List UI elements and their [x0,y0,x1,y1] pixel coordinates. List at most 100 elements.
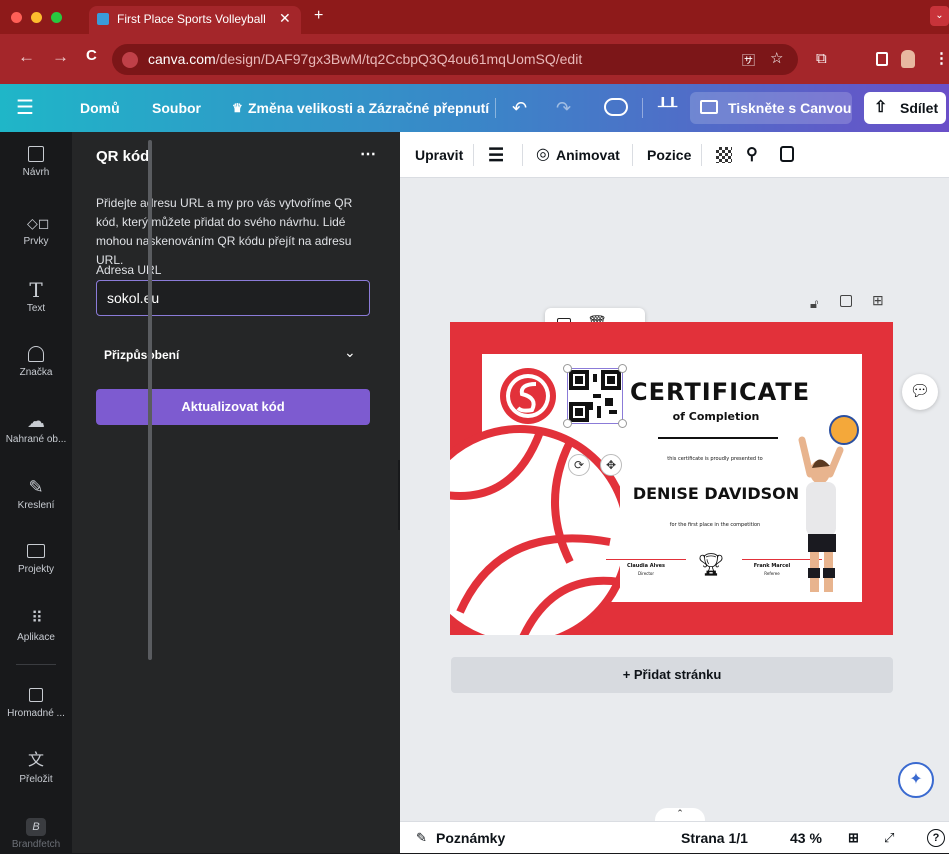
animate-icon[interactable]: ◎ [536,132,550,178]
sidebar-item-elements[interactable]: ◇◻ Prvky [0,214,72,247]
panel-more-icon[interactable]: ⋯ [360,144,376,164]
border-style-icon[interactable]: ☰ [488,132,504,178]
customize-toggle[interactable]: Přizpůsobení ⌄ [96,338,370,372]
print-label: Tiskněte s Canvou [728,100,852,116]
print-button[interactable]: Tiskněte s Canvou [690,92,852,124]
qr-selection-box [567,368,623,424]
close-tab-icon[interactable]: ✕ [279,10,291,27]
volleyball-graphic [450,425,620,635]
resize-handle[interactable] [563,364,572,373]
new-tab-icon[interactable]: + [314,7,323,25]
bookmark-star-icon[interactable]: ☆ [770,49,783,67]
lock-icon[interactable] [780,146,794,162]
sidebar-item-label: Značka [19,367,53,378]
sidebar-item-text[interactable]: T Text [0,280,72,314]
address-bar[interactable]: canva.com/design/DAF97gx3BwM/tq2CcbpQ3Q4… [112,44,798,75]
maximize-window-dot[interactable] [51,12,62,23]
page-lock-icon[interactable]: 🔓︎ [810,296,818,312]
upload-share-icon: ⇧ [874,99,888,116]
customize-label: Přizpůsobení [104,348,180,362]
tab-search-icon[interactable]: ⌄ [930,6,949,26]
sidebar-item-label: Brandfetch [11,839,61,850]
sidebar-item-apps[interactable]: ⠿ Aplikace [0,610,72,643]
add-page-icon[interactable]: ⊞ [872,292,884,309]
sidebar-item-label: Přeložit [19,774,53,785]
shapes-icon: ◇◻ [27,215,50,231]
help-icon[interactable]: ? [927,829,945,847]
sidebar-item-label: Projekty [17,564,55,575]
resize-button[interactable]: Změna velikosti a Zázračné přepnutí [248,84,489,132]
upload-icon: ☁ [27,411,45,431]
apps-icon: ⠿ [31,610,43,627]
site-info-icon[interactable] [122,52,138,68]
url-text: canva.com/design/DAF97gx3BwM/tq2CcbpQ3Q4… [148,51,583,67]
sidebar-item-brand[interactable]: Značka [0,346,72,378]
sidebar-item-label: Text [26,303,46,314]
translate-page-icon[interactable]: 🈂 [742,50,755,69]
grid-view-icon[interactable]: ⊞ [848,822,859,854]
resize-handle[interactable] [563,419,572,428]
zoom-level[interactable]: 43 % [790,822,822,854]
home-link[interactable]: Domů [80,84,120,132]
tab-title: First Place Sports Volleyball C [117,12,267,26]
comment-add-icon[interactable]: 💬︎ [902,374,938,410]
edit-button[interactable]: Upravit [415,132,463,178]
copy-style-icon[interactable]: ⚲ [746,132,758,178]
main-menu-icon[interactable]: ☰ [16,84,34,132]
minimize-window-dot[interactable] [31,12,42,23]
insights-chart-icon[interactable]: ┸┸ [658,84,677,132]
fullscreen-icon[interactable]: ⤢ [884,822,894,854]
sidebar-item-bulk-create[interactable]: Hromadné ... [0,688,72,719]
rail-scrollbar[interactable] [148,140,152,660]
sidebar-item-uploads[interactable]: ☁ Nahrané ob... [0,412,72,445]
sidebar-item-draw[interactable]: ✎ Kreslení [0,478,72,511]
animate-button[interactable]: Animovat [556,132,620,178]
browser-menu-icon[interactable]: ⋮ [934,49,949,67]
sidebar-item-label: Aplikace [17,632,55,643]
resize-handle[interactable] [618,419,627,428]
sidebar-item-translate[interactable]: 文 Přeložit [0,752,72,785]
back-icon[interactable]: ← [18,47,35,67]
recipient-name: DENISE DAVIDSON [632,484,800,503]
brand-icon [28,346,44,362]
show-pages-chevron-icon[interactable]: ⌃ [655,808,705,822]
profile-avatar[interactable] [901,50,915,68]
position-button[interactable]: Pozice [647,132,691,178]
sidebar-item-label: Hromadné ... [7,708,65,719]
add-page-button[interactable]: + Přidat stránku [451,657,893,693]
trophy-icon: 🏆︎ [697,552,725,577]
sidebar-toggle-icon[interactable] [876,52,888,66]
file-menu[interactable]: Soubor [152,84,201,132]
url-input[interactable]: sokol.eu [96,280,370,316]
transparency-icon[interactable] [716,147,732,163]
panel-description: Přidejte adresu URL a my pro vás vytvoří… [96,196,353,267]
duplicate-page-icon[interactable] [840,295,852,307]
resize-handle[interactable] [618,364,627,373]
sidebar-item-design[interactable]: Návrh [0,146,72,178]
extensions-icon[interactable]: ⧉ [816,50,827,67]
printer-icon [700,100,718,114]
header-divider [495,98,496,118]
page-indicator[interactable]: Strana 1/1 [681,822,748,854]
redo-icon[interactable]: ↷ [556,84,571,132]
browser-tab[interactable]: First Place Sports Volleyball C ✕ [89,6,301,34]
reload-icon[interactable]: C [86,47,97,64]
sidebar-item-brandfetch[interactable]: B Brandfetch [0,818,72,850]
close-window-dot[interactable] [11,12,22,23]
cloud-save-icon[interactable] [604,98,628,116]
share-button[interactable]: ⇧ Sdílet [864,92,946,124]
draw-icon: ✎ [28,477,44,497]
notes-button[interactable]: Poznámky [436,822,505,854]
brandfetch-icon: B [26,818,46,836]
editor-header: ☰ Domů Soubor ♛ Změna velikosti a Zázrač… [0,84,949,132]
certificate-page[interactable]: ⟳ ✥ CERTIFICATE of Completion this certi… [450,322,893,635]
notes-icon[interactable]: ✎ [416,822,427,854]
sidebar-item-projects[interactable]: Projekty [0,544,72,575]
rotate-icon[interactable]: ⟳ [568,454,590,476]
sidebar-item-label: Nahrané ob... [5,434,67,445]
forward-icon[interactable]: → [52,47,69,67]
magic-sparkle-icon[interactable]: ✦ [898,762,934,798]
update-code-button[interactable]: Aktualizovat kód [96,389,370,425]
move-icon[interactable]: ✥ [600,454,622,476]
undo-icon[interactable]: ↶ [512,84,527,132]
